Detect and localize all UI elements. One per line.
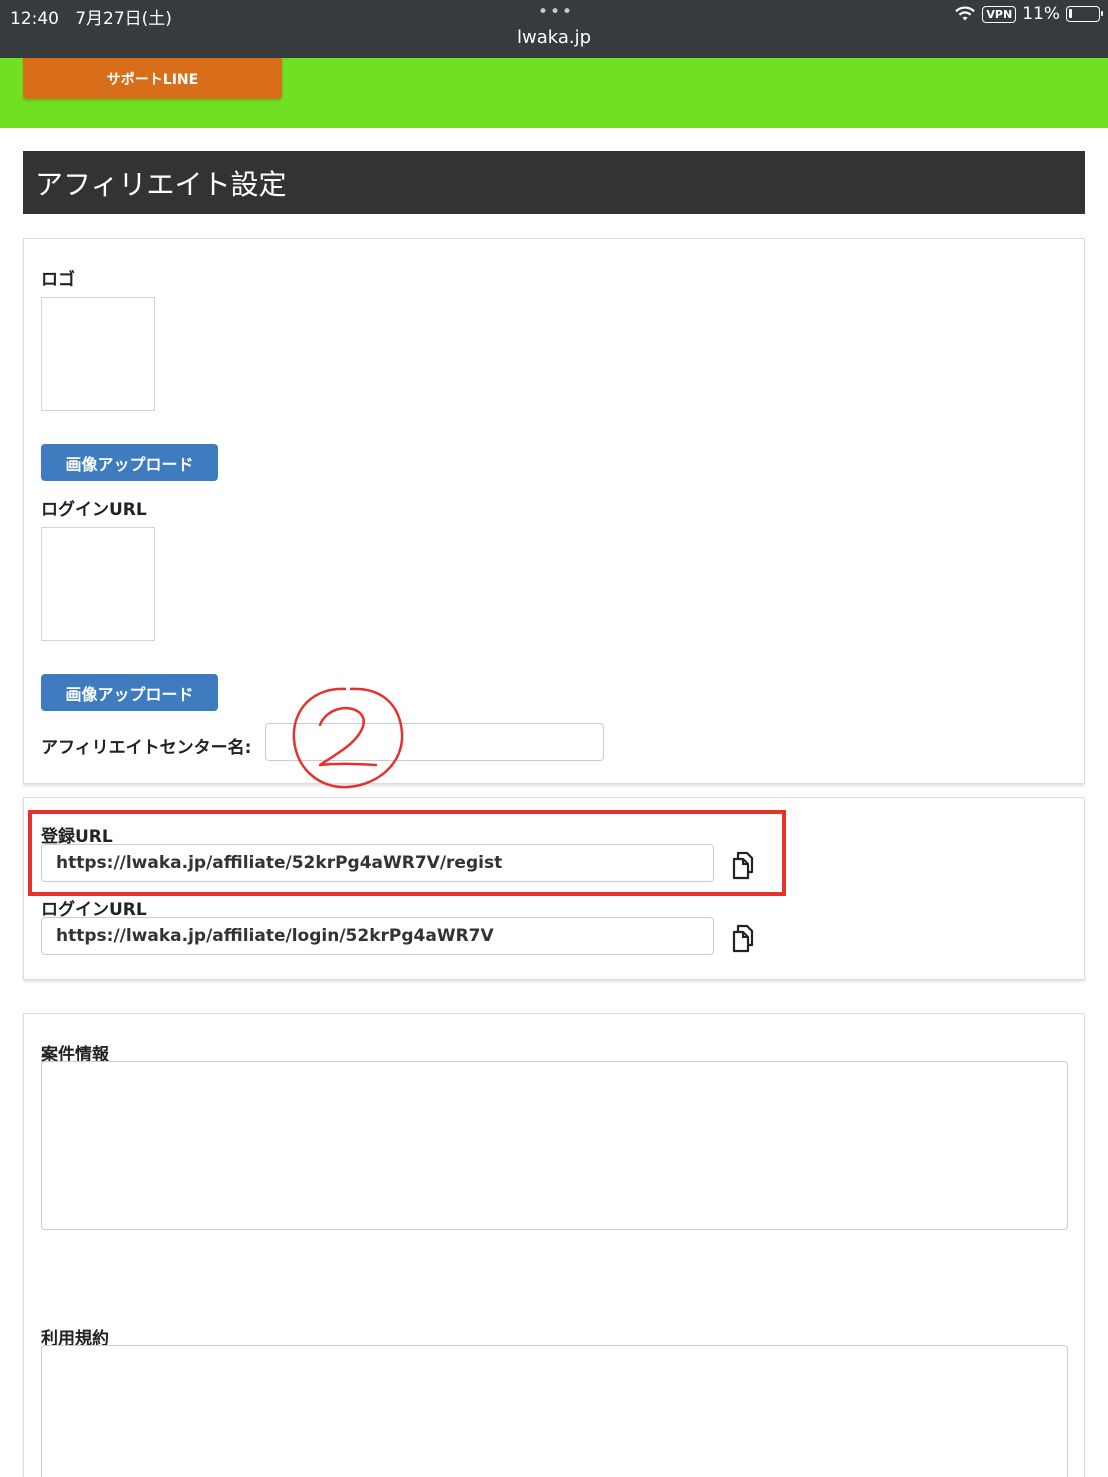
login-image-upload-button[interactable]: 画像アップロード bbox=[41, 674, 218, 711]
page-title: アフィリエイト設定 bbox=[23, 151, 1085, 214]
status-time: 12:40 bbox=[10, 9, 59, 29]
register-url-field[interactable]: https://lwaka.jp/affiliate/52krPg4aWR7V/… bbox=[41, 844, 714, 882]
url-panel: 登録URL https://lwaka.jp/affiliate/52krPg4… bbox=[23, 797, 1085, 980]
support-line-button[interactable]: サポートLINE bbox=[23, 58, 282, 99]
login-image-preview bbox=[41, 527, 155, 641]
center-name-label: アフィリエイトセンター名: bbox=[41, 738, 252, 758]
wifi-icon bbox=[955, 6, 976, 21]
site-header: サポートLINE bbox=[0, 58, 1108, 128]
logo-image-preview bbox=[41, 297, 155, 411]
battery-icon bbox=[1066, 6, 1103, 22]
address-bar-url[interactable]: lwaka.jp bbox=[0, 27, 1108, 48]
status-time-date: 12:40 7月27日(土) bbox=[10, 4, 172, 29]
copy-login-url-icon[interactable] bbox=[728, 922, 760, 954]
login-url-field[interactable]: https://lwaka.jp/affiliate/login/52krPg4… bbox=[41, 917, 714, 955]
logo-upload-button[interactable]: 画像アップロード bbox=[41, 444, 218, 481]
copy-register-url-icon[interactable] bbox=[728, 849, 760, 881]
case-info-textarea[interactable] bbox=[41, 1061, 1068, 1230]
login-url-image-label: ログインURL bbox=[41, 500, 147, 520]
status-date: 7月27日(土) bbox=[75, 9, 172, 29]
settings-panel: ロゴ 画像アップロード ログインURL 画像アップロード アフィリエイトセンター… bbox=[23, 238, 1085, 784]
vpn-badge: VPN bbox=[982, 5, 1017, 23]
center-name-input[interactable] bbox=[265, 723, 604, 761]
battery-percent: 11% bbox=[1022, 4, 1060, 24]
info-panel: 案件情報 利用規約 bbox=[23, 1013, 1085, 1477]
logo-label: ロゴ bbox=[41, 270, 75, 290]
terms-textarea[interactable] bbox=[41, 1345, 1068, 1477]
status-bar: 12:40 7月27日(土) ••• lwaka.jp VPN 11% bbox=[0, 0, 1108, 58]
status-indicators: VPN 11% bbox=[954, 4, 1103, 24]
more-dots-icon[interactable]: ••• bbox=[538, 2, 574, 22]
